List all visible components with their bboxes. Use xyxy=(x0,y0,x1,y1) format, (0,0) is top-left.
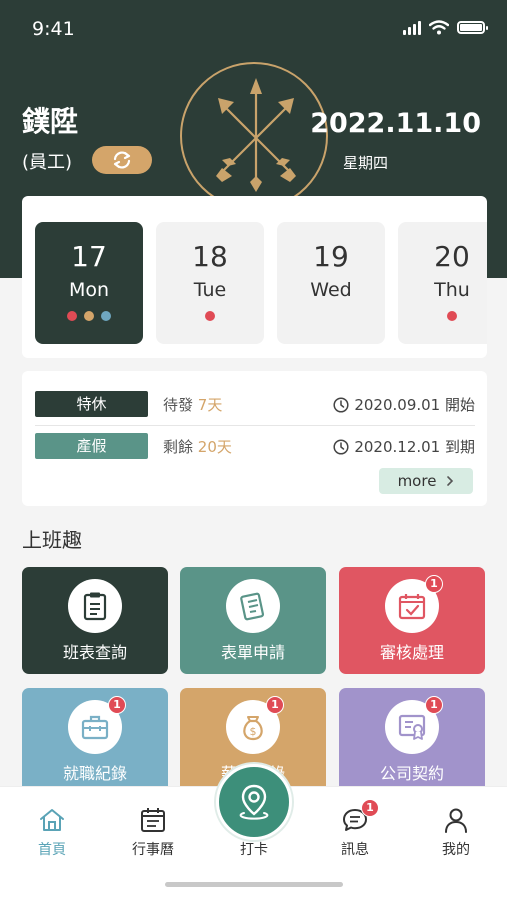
briefcase-icon xyxy=(81,715,109,740)
day-label: Wed xyxy=(310,279,352,301)
tile-label: 審核處理 xyxy=(379,643,444,662)
tab-calendar[interactable]: 行事曆 xyxy=(113,805,193,859)
chevron-right-icon xyxy=(447,476,454,486)
clock-icon xyxy=(333,396,349,413)
form-icon xyxy=(240,592,265,621)
current-weekday: 星期四 xyxy=(343,154,389,172)
tab-label: 行事曆 xyxy=(132,842,174,858)
event-dot xyxy=(101,311,111,321)
day-label: Tue xyxy=(193,279,227,301)
leave-tag: 特休 xyxy=(35,391,148,417)
leave-date: 2020.12.01 到期 xyxy=(333,436,475,457)
tile-review-processing[interactable]: 1 審核處理 xyxy=(339,567,485,674)
day-label: Mon xyxy=(68,279,110,301)
tile-label: 表單申請 xyxy=(220,643,285,662)
tile-label: 班表查詢 xyxy=(62,643,127,662)
tile-employment-record[interactable]: 1 就職紀錄 xyxy=(22,688,168,795)
event-dots xyxy=(35,311,143,321)
certificate-icon xyxy=(398,714,426,740)
battery-icon xyxy=(457,21,488,34)
tile-label: 就職紀錄 xyxy=(62,764,127,783)
notification-badge: 1 xyxy=(108,696,126,714)
status-bar: 9:41 xyxy=(0,0,507,56)
user-role: (員工) xyxy=(22,152,73,173)
event-dot xyxy=(205,311,215,321)
leave-status-value: 7天 xyxy=(197,396,223,414)
event-dots xyxy=(156,311,264,321)
event-dots xyxy=(398,311,487,321)
home-indicator xyxy=(165,882,343,887)
leave-tag: 產假 xyxy=(35,433,148,459)
tile-label: 公司契約 xyxy=(379,764,444,783)
day-label: Thu xyxy=(434,279,470,301)
tile-company-contract[interactable]: 1 公司契約 xyxy=(339,688,485,795)
event-dot xyxy=(84,311,94,321)
notification-badge: 1 xyxy=(266,696,284,714)
tab-label: 首頁 xyxy=(38,842,66,858)
tab-profile[interactable]: 我的 xyxy=(416,805,496,859)
day-cell-tue[interactable]: 18 Tue xyxy=(156,222,264,344)
leave-row-maternity[interactable]: 產假 剩餘 20天 2020.12.01 到期 xyxy=(35,431,475,461)
day-number: 18 xyxy=(192,240,228,273)
clipboard-icon xyxy=(83,592,107,621)
money-bag-icon: $ xyxy=(243,716,263,741)
signal-icon xyxy=(403,20,421,35)
refresh-icon xyxy=(113,151,131,169)
tile-schedule-query[interactable]: 班表查詢 xyxy=(22,567,168,674)
leave-status: 剩餘 20天 xyxy=(163,436,232,457)
section-title: 上班趣 xyxy=(22,528,82,552)
wifi-icon xyxy=(429,20,449,35)
tile-form-application[interactable]: 表單申請 xyxy=(180,567,326,674)
leave-date-text: 2020.12.01 到期 xyxy=(354,438,475,456)
company-logo xyxy=(180,62,328,210)
notification-badge: 1 xyxy=(361,799,379,817)
leave-row-annual[interactable]: 特休 待發 7天 2020.09.01 開始 xyxy=(35,389,475,419)
tab-label: 訊息 xyxy=(341,842,369,858)
day-cell-thu[interactable]: 20 Thu xyxy=(398,222,487,344)
svg-text:$: $ xyxy=(250,725,257,738)
day-number: 17 xyxy=(71,240,107,273)
user-name: 鏷陞 xyxy=(22,105,79,138)
tile-icon-circle xyxy=(68,579,122,633)
more-button[interactable]: more xyxy=(379,468,473,494)
event-dot xyxy=(67,311,77,321)
leave-status: 待發 7天 xyxy=(163,394,222,415)
notification-badge: 1 xyxy=(425,575,443,593)
notification-badge: 1 xyxy=(425,696,443,714)
leave-date: 2020.09.01 開始 xyxy=(333,394,475,415)
calendar-icon xyxy=(141,808,165,832)
tab-home[interactable]: 首頁 xyxy=(12,805,92,859)
leave-summary-card: 特休 待發 7天 2020.09.01 開始 產假 剩餘 20天 2020.12… xyxy=(22,371,487,506)
day-cell-mon[interactable]: 17 Mon xyxy=(35,222,143,344)
current-date: 2022.11.10 xyxy=(310,108,481,139)
punch-in-button[interactable] xyxy=(216,764,292,840)
tab-label: 我的 xyxy=(442,842,470,858)
switch-role-button[interactable] xyxy=(92,146,152,174)
event-dot xyxy=(447,311,457,321)
person-icon xyxy=(445,808,467,833)
more-label: more xyxy=(397,472,437,490)
day-number: 20 xyxy=(434,240,470,273)
location-pin-icon xyxy=(239,784,269,820)
week-calendar: 17 Mon 18 Tue 19 Wed 20 Thu xyxy=(22,196,487,358)
day-number: 19 xyxy=(313,240,349,273)
divider xyxy=(35,425,475,426)
leave-status-prefix: 待發 xyxy=(163,396,194,414)
punch-in-label: 打卡 xyxy=(240,842,268,858)
status-time: 9:41 xyxy=(32,18,75,40)
tile-icon-circle xyxy=(226,579,280,633)
clock-icon xyxy=(333,438,349,455)
leave-date-text: 2020.09.01 開始 xyxy=(354,396,475,414)
status-icons xyxy=(403,20,488,35)
tab-messages[interactable]: 1 訊息 xyxy=(315,799,395,859)
calendar-check-icon xyxy=(398,594,426,620)
leave-status-value: 20天 xyxy=(197,438,232,456)
leave-status-prefix: 剩餘 xyxy=(163,438,194,456)
day-cell-wed[interactable]: 19 Wed xyxy=(277,222,385,344)
home-icon xyxy=(40,809,64,831)
